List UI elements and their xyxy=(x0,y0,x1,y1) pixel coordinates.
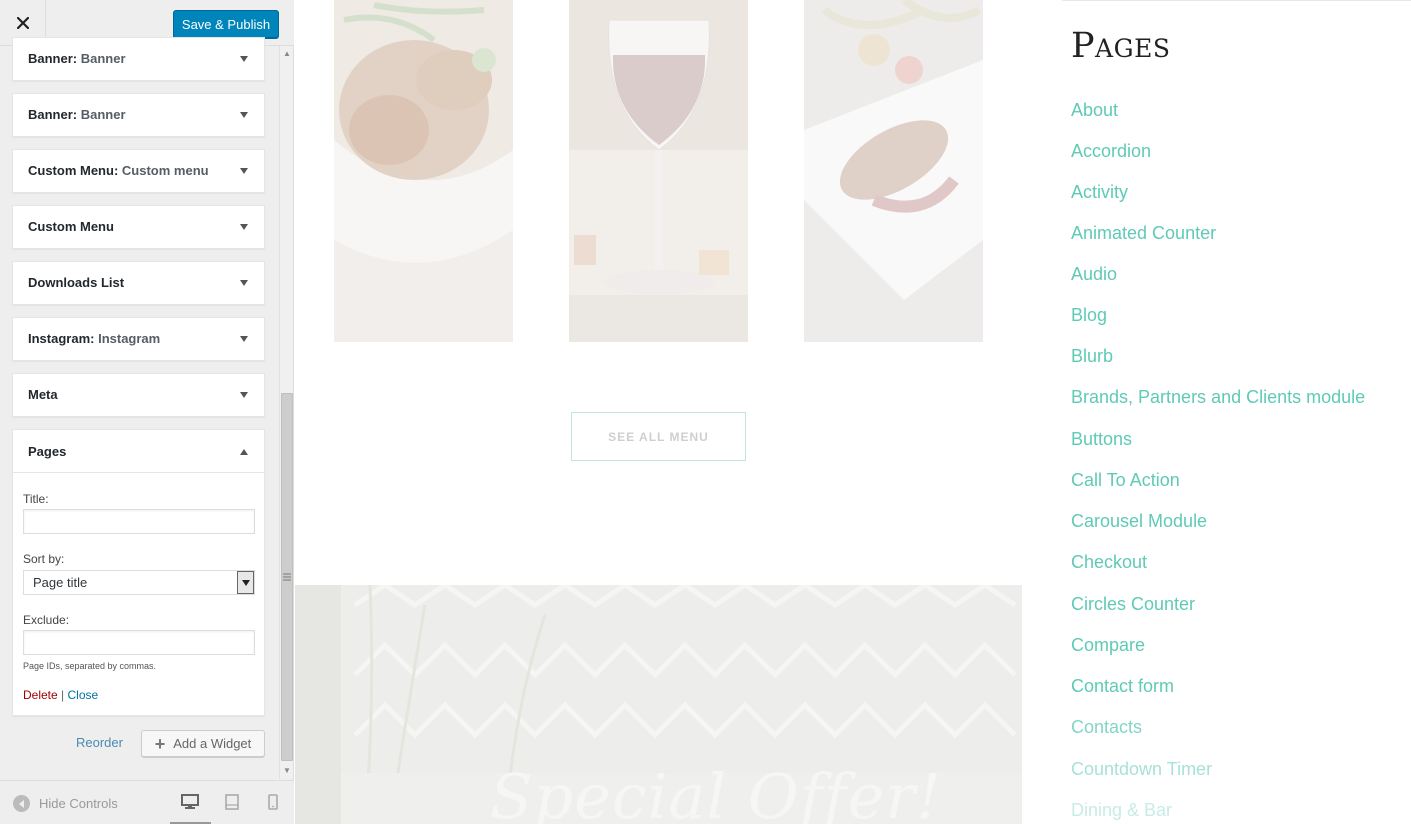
widget-title: Instagram: Instagram xyxy=(28,331,161,346)
arrow-down-icon xyxy=(240,224,248,230)
scroll-down-icon[interactable]: ▼ xyxy=(282,766,292,776)
scroll-up-icon[interactable]: ▲ xyxy=(282,49,292,59)
widget-downloads-list[interactable]: Downloads List xyxy=(12,261,265,305)
page-link[interactable]: Accordion xyxy=(1071,141,1151,162)
page-link[interactable]: Call To Action xyxy=(1071,470,1180,491)
scrollbar-thumb[interactable] xyxy=(281,393,293,761)
chevron-down-icon xyxy=(237,571,254,594)
grip-icon xyxy=(283,573,291,581)
page-link[interactable]: Audio xyxy=(1071,264,1117,285)
exclude-help-text: Page IDs, separated by commas. xyxy=(23,661,157,671)
arrow-down-icon xyxy=(240,336,248,342)
food-photo-2 xyxy=(804,0,983,342)
widget-pages-expanded: Pages Title: Sort by: Page title Exclude… xyxy=(12,429,265,716)
sidebar-footer: Hide Controls xyxy=(0,780,294,824)
widget-custom-menu-1[interactable]: Custom Menu: Custom menu xyxy=(12,149,265,193)
page-link[interactable]: About xyxy=(1071,100,1118,121)
sort-by-value: Page title xyxy=(33,575,88,590)
widget-custom-menu-2[interactable]: Custom Menu xyxy=(12,205,265,249)
mobile-icon xyxy=(268,794,278,810)
hide-controls-button[interactable]: Hide Controls xyxy=(13,795,118,812)
add-widget-button[interactable]: + Add a Widget xyxy=(141,730,265,757)
widget-title: Banner: Banner xyxy=(28,107,126,122)
page-link[interactable]: Carousel Module xyxy=(1071,511,1207,532)
page-link[interactable]: Buttons xyxy=(1071,429,1132,450)
divider xyxy=(1062,0,1411,1)
title-field-label: Title: xyxy=(23,492,49,506)
see-all-menu-button[interactable]: SEE ALL MENU xyxy=(571,412,746,461)
desktop-icon xyxy=(181,794,199,809)
page-link[interactable]: Activity xyxy=(1071,182,1128,203)
page-link[interactable]: Blurb xyxy=(1071,346,1113,367)
special-offer-script-text: Special Offer! xyxy=(490,760,942,824)
widget-meta[interactable]: Meta xyxy=(12,373,265,417)
title-input[interactable] xyxy=(23,509,255,534)
widget-title: Custom Menu xyxy=(28,219,114,234)
arrow-down-icon xyxy=(240,280,248,286)
plus-icon: + xyxy=(154,733,166,754)
page-link[interactable]: Animated Counter xyxy=(1071,223,1216,244)
arrow-down-icon xyxy=(240,112,248,118)
sort-by-label: Sort by: xyxy=(23,552,65,566)
wine-photo xyxy=(569,0,748,342)
widget-pages-header[interactable]: Pages xyxy=(13,430,264,473)
widget-banner-1[interactable]: Banner: Banner xyxy=(12,37,265,81)
mobile-preview-button[interactable] xyxy=(263,793,283,811)
exclude-input[interactable] xyxy=(23,630,255,655)
close-link[interactable]: Close xyxy=(68,688,99,702)
widget-title: Banner: Banner xyxy=(28,51,126,66)
page-link[interactable]: Checkout xyxy=(1071,552,1147,573)
food-photo-1 xyxy=(334,0,513,342)
page-link[interactable]: Dining & Bar xyxy=(1071,800,1172,821)
pages-widget-heading: Pages xyxy=(1071,26,1171,66)
tablet-preview-button[interactable] xyxy=(222,793,242,811)
special-offer-section: Special Offer! xyxy=(295,585,1022,824)
page-link[interactable]: Blog xyxy=(1071,305,1107,326)
add-widget-label: Add a Widget xyxy=(173,736,252,751)
widget-title: Downloads List xyxy=(28,275,125,290)
sidebar-scrollbar[interactable]: ▲ ▼ xyxy=(279,46,293,779)
arrow-down-icon xyxy=(240,392,248,398)
page-link[interactable]: Compare xyxy=(1071,635,1145,656)
reorder-link[interactable]: Reorder xyxy=(76,735,123,750)
page-link[interactable]: Contacts xyxy=(1071,717,1142,738)
hide-controls-label: Hide Controls xyxy=(39,796,118,811)
close-icon xyxy=(16,17,29,29)
collapse-arrow-icon xyxy=(13,795,30,812)
widget-instagram[interactable]: Instagram: Instagram xyxy=(12,317,265,361)
pages-widget-panel: Pages About Accordion Activity Animated … xyxy=(1022,0,1411,824)
arrow-down-icon xyxy=(240,168,248,174)
customizer-sidebar: Save & Publish Banner: Banner Banner: Ba… xyxy=(0,0,294,824)
site-preview: SEE ALL MENU Special Offer! xyxy=(295,0,1022,824)
page-link[interactable]: Brands, Partners and Clients module xyxy=(1071,387,1365,408)
delete-link[interactable]: Delete xyxy=(23,688,58,702)
desktop-preview-button[interactable] xyxy=(180,793,200,811)
tablet-icon xyxy=(225,794,239,810)
widget-title: Pages xyxy=(28,444,67,459)
arrow-down-icon xyxy=(240,56,248,62)
page-link[interactable]: Circles Counter xyxy=(1071,594,1195,615)
widget-title: Custom Menu: Custom menu xyxy=(28,163,209,178)
widget-title: Meta xyxy=(28,387,58,402)
page-link[interactable]: Countdown Timer xyxy=(1071,759,1212,780)
save-publish-button[interactable]: Save & Publish xyxy=(173,10,279,38)
exclude-field-label: Exclude: xyxy=(23,613,70,627)
arrow-up-icon xyxy=(240,449,248,455)
widget-banner-2[interactable]: Banner: Banner xyxy=(12,93,265,137)
widget-actions: Delete | Close xyxy=(23,688,98,702)
sort-by-select[interactable]: Page title xyxy=(23,570,255,595)
actions-separator: | xyxy=(61,688,65,702)
page-link[interactable]: Contact form xyxy=(1071,676,1174,697)
